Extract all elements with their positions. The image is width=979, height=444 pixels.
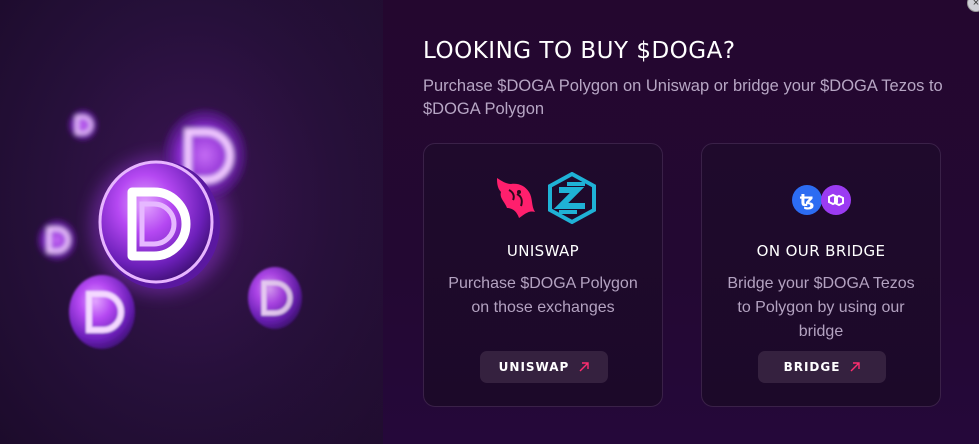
bridge-card-description: Bridge your $DOGA Tezos to Polygon by us… bbox=[727, 275, 915, 340]
svg-text:ꜩ: ꜩ bbox=[799, 191, 814, 211]
uniswap-card-title: UNISWAP bbox=[506, 242, 580, 260]
bridge-card: ꜩ ON OUR BRIDGE Bridge your $DOGA Tezos … bbox=[701, 143, 941, 407]
zk-exchange-icon bbox=[548, 172, 596, 224]
external-link-arrow-icon bbox=[850, 362, 861, 372]
uniswap-card: UNISWAP Purchase $DOGA Polygon on those … bbox=[423, 143, 663, 407]
polygon-icon bbox=[820, 185, 851, 215]
bridge-button[interactable]: BRIDGE bbox=[758, 351, 886, 383]
doga-coin-icon bbox=[248, 267, 302, 329]
buy-content-panel: × LOOKING TO BUY $DOGA? Purchase $DOGA P… bbox=[383, 0, 979, 444]
modal-title: LOOKING TO BUY $DOGA? bbox=[423, 38, 736, 64]
uniswap-button[interactable]: UNISWAP bbox=[480, 351, 608, 383]
doga-coin-icon bbox=[37, 219, 77, 261]
uniswap-unicorn-icon bbox=[497, 178, 535, 218]
uniswap-logos bbox=[424, 172, 662, 224]
bridge-button-label: BRIDGE bbox=[783, 360, 841, 374]
doga-coin-icon bbox=[69, 275, 135, 349]
buy-doga-modal: × LOOKING TO BUY $DOGA? Purchase $DOGA P… bbox=[0, 0, 979, 444]
tezos-icon: ꜩ bbox=[791, 185, 822, 215]
external-link-arrow-icon bbox=[579, 362, 590, 372]
coins-illustration bbox=[0, 0, 383, 444]
uniswap-button-label: UNISWAP bbox=[498, 360, 570, 374]
doga-coin-icon bbox=[68, 109, 98, 141]
bridge-logos: ꜩ bbox=[702, 184, 940, 216]
doga-coins-image bbox=[37, 109, 302, 349]
uniswap-card-description: Purchase $DOGA Polygon on those exchange… bbox=[448, 275, 638, 316]
close-icon[interactable]: × bbox=[967, 0, 979, 12]
bridge-card-title: ON OUR BRIDGE bbox=[756, 242, 886, 260]
doga-main-coin-icon bbox=[98, 160, 220, 289]
modal-subtitle: Purchase $DOGA Polygon on Uniswap or bri… bbox=[423, 77, 943, 118]
